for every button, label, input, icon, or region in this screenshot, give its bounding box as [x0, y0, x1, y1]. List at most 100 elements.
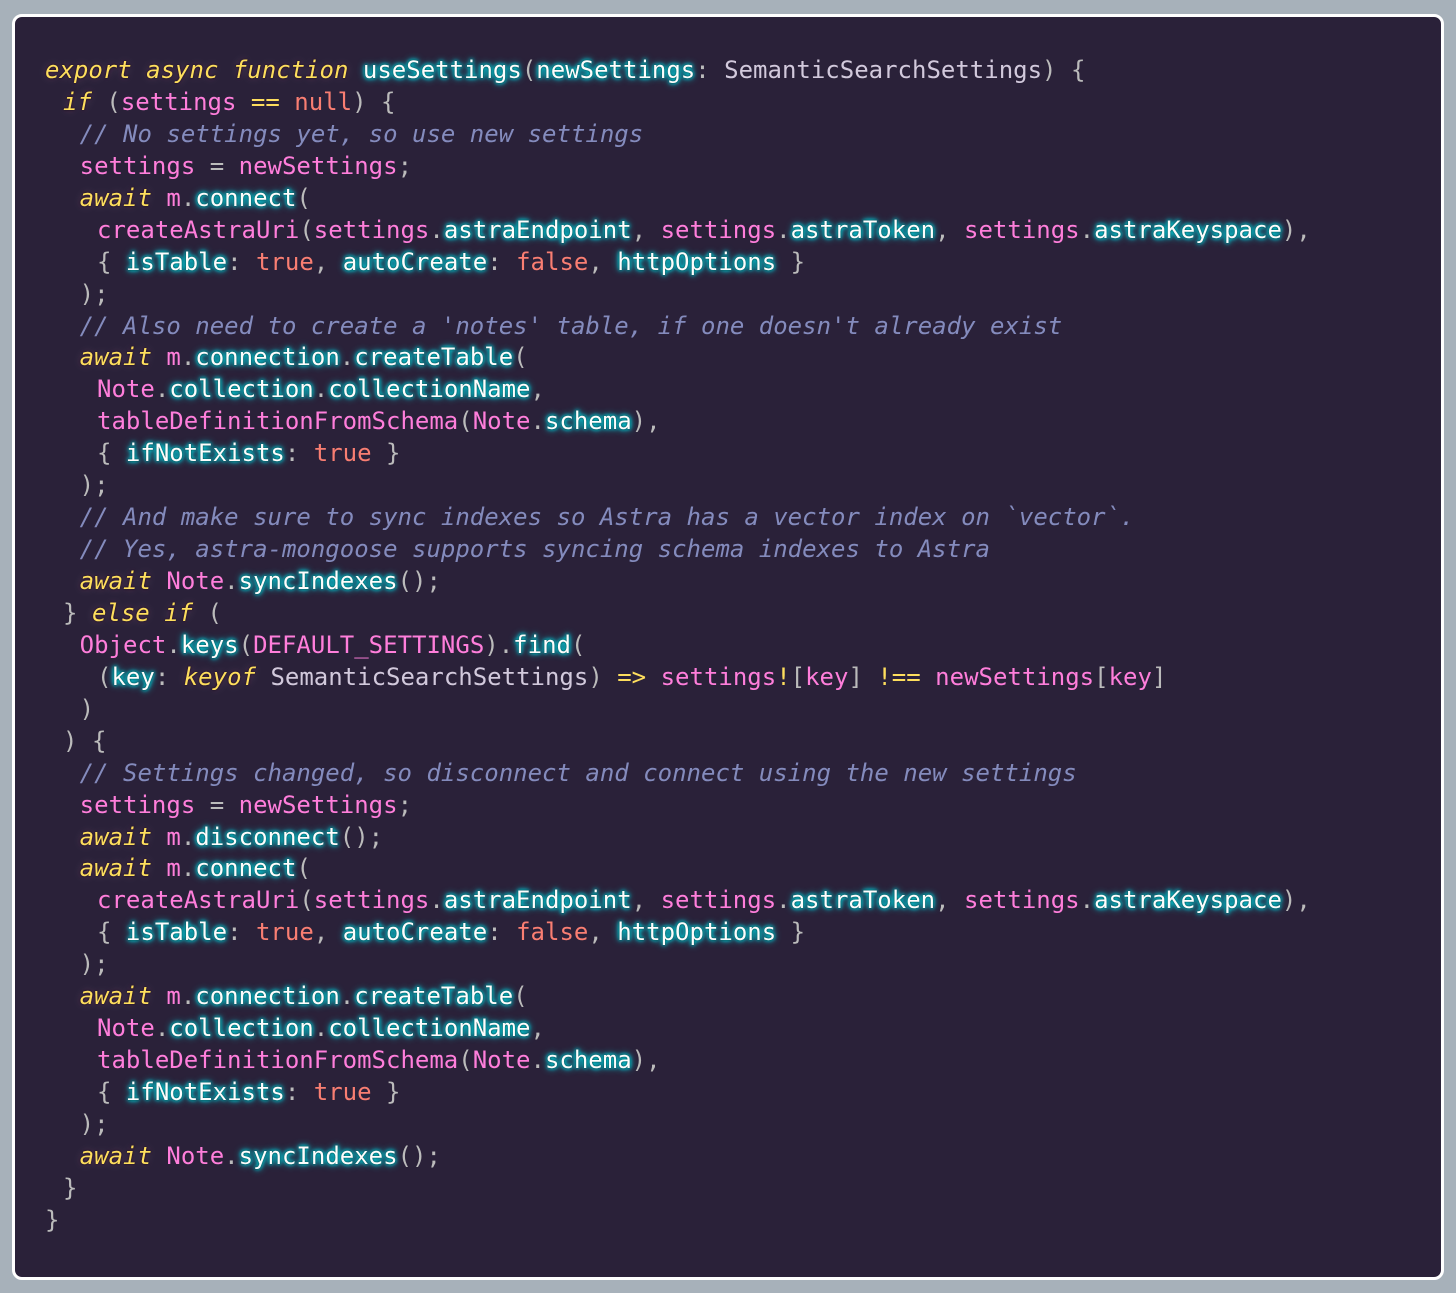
code-token-id: collection — [169, 375, 314, 404]
code-token-p: : — [227, 918, 256, 947]
code-token-p: ), — [631, 1046, 661, 1075]
code-token-kw: await — [79, 183, 152, 212]
code-token-id: connection — [195, 343, 340, 372]
code-token-p: ( — [97, 662, 112, 691]
code-token-p: : — [487, 247, 517, 276]
code-token-p — [152, 982, 166, 1010]
code-token-p: [ — [1094, 662, 1109, 691]
code-token-id: keys — [180, 630, 239, 659]
code-token-p: } — [776, 247, 806, 276]
code-token-p: : — [227, 247, 256, 276]
code-token-p: ) { — [63, 726, 107, 755]
code-token-p — [152, 1142, 166, 1170]
code-token-var: Note — [97, 1014, 155, 1043]
code-token-p: . — [776, 886, 791, 915]
code-token-p: ( — [513, 982, 528, 1011]
code-token-p: . — [180, 343, 196, 372]
code-line: // Settings changed, so disconnect and c… — [45, 758, 1311, 790]
code-token-p — [152, 854, 166, 882]
code-token-kw: keyof — [183, 662, 256, 691]
code-token-p: ); — [79, 1109, 109, 1138]
code-token-p: { — [97, 247, 126, 276]
code-token-id: astraEndpoint — [443, 215, 632, 244]
code-token-var: settings — [660, 886, 777, 915]
code-token-id: isTable — [125, 247, 228, 276]
code-token-id: syncIndexes — [238, 567, 398, 595]
code-token-id: ifNotExists — [125, 1078, 285, 1106]
code-line: settings = newSettings; — [45, 790, 1311, 822]
code-token-kw: await — [79, 982, 152, 1011]
code-token-p: (); — [397, 1141, 441, 1170]
code-token-p: ( — [513, 343, 528, 372]
code-token-op: ! — [776, 662, 791, 691]
code-line: await Note.syncIndexes(); — [45, 1141, 1311, 1173]
code-token-var: settings — [79, 151, 196, 180]
code-token-id: connect — [195, 854, 297, 883]
code-token-p: ] — [848, 662, 878, 691]
code-line: await m.connection.createTable( — [45, 342, 1311, 374]
code-token-p: . — [180, 982, 196, 1011]
code-editor-window: export async function useSettings ( newSet… — [12, 14, 1444, 1280]
code-token-p: ( — [91, 87, 121, 116]
code-token-id: key — [111, 662, 155, 691]
code-line: Note.collection.collectionName, — [45, 374, 1311, 406]
code-token-p: , — [935, 215, 965, 244]
code-token-id: useSettings — [362, 56, 522, 84]
code-token-id: httpOptions — [617, 247, 777, 276]
code-token-id: httpOptions — [617, 918, 777, 947]
code-token-kw: await — [79, 567, 152, 595]
code-token-var: settings — [964, 886, 1080, 915]
code-token-cmt: // Yes, astra-mongoose supports syncing … — [79, 535, 990, 564]
code-token-lit: false — [516, 918, 589, 947]
code-token-p: ). — [484, 630, 514, 659]
code-token-p: ); — [79, 471, 109, 500]
code-token-lit: true — [313, 439, 372, 468]
code-line: if (settings == null) { — [45, 87, 1311, 119]
code-token-p: } — [371, 1078, 401, 1106]
code-token-p: ); — [79, 950, 109, 979]
code-token-var: m — [166, 982, 181, 1011]
code-token-id: astraKeyspace — [1094, 886, 1282, 915]
code-token-var: key — [805, 662, 849, 691]
code-token-p — [152, 343, 166, 371]
code-token-p: ) — [588, 662, 618, 691]
code-line: tableDefinitionFromSchema(Note.schema), — [45, 1045, 1311, 1077]
code-token-cmt: // Settings changed, so disconnect and c… — [79, 758, 1077, 787]
code-token-kw: else if — [91, 598, 194, 627]
code-token-p: , — [935, 886, 965, 915]
code-token-id: astraToken — [790, 215, 936, 244]
code-token-var: Note — [97, 375, 155, 404]
code-token-p: { — [97, 918, 126, 947]
code-token-p: , — [313, 918, 343, 947]
code-token-p: . — [530, 1046, 545, 1075]
code-line: // Yes, astra-mongoose supports syncing … — [45, 534, 1311, 566]
code-line: await m.connect( — [45, 183, 1311, 215]
code-token-lit: null — [294, 87, 353, 116]
code-token-op: !== — [877, 662, 921, 691]
code-token-p: } — [776, 918, 806, 947]
code-token-p: . — [180, 822, 196, 851]
code-token-var: createAstraUri — [97, 886, 300, 915]
code-token-p — [152, 567, 166, 595]
code-token-kw: if — [63, 87, 92, 116]
code-line: { ifNotExists: true } — [45, 1077, 1311, 1109]
code-token-id: schema — [544, 407, 632, 436]
code-line: ) — [45, 694, 1311, 726]
code-token-p: . — [530, 407, 545, 436]
code-token-op: == — [250, 87, 280, 116]
code-token-cmt: // Also need to create a 'notes' table, … — [79, 311, 1063, 340]
code-line: { isTable: true, autoCreate: false, http… — [45, 917, 1311, 949]
code-token-var: settings — [120, 87, 237, 116]
code-line: await Note.syncIndexes(); — [45, 566, 1311, 598]
code-token-id: isTable — [125, 918, 228, 947]
code-token-var: newSettings — [238, 790, 398, 819]
code-line: ); — [45, 949, 1311, 981]
code-line: // Also need to create a 'notes' table, … — [45, 311, 1311, 343]
code-token-p: } — [45, 1205, 60, 1234]
code-token-kw: export async function — [45, 56, 349, 84]
code-token-p: . — [154, 375, 170, 404]
code-token-var: createAstraUri — [97, 215, 300, 244]
code-token-cmt: // No settings yet, so use new settings — [79, 119, 644, 148]
code-token-p: ), — [1281, 886, 1311, 915]
code-token-p: , — [530, 1014, 545, 1043]
